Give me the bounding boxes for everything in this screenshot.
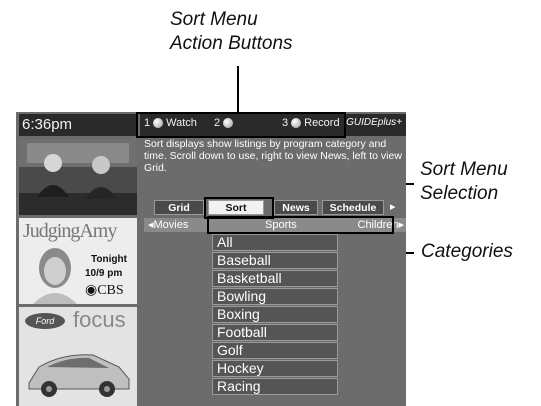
list-item[interactable]: Golf (212, 342, 338, 359)
car-model: focus (73, 307, 126, 332)
show-time-line2: 10/9 pm (85, 268, 123, 279)
callout-line-action (237, 66, 239, 112)
list-item[interactable]: Baseball (212, 252, 338, 269)
news-anchors-image (19, 139, 137, 215)
list-item[interactable]: Hockey (212, 360, 338, 377)
tab-news[interactable]: News (274, 200, 318, 215)
list-item[interactable]: Bowling (212, 288, 338, 305)
car-ad-banner[interactable]: Ford focus (19, 307, 137, 406)
ford-logo: Ford (25, 313, 65, 329)
show-title: JudgingAmy (23, 220, 117, 242)
live-video-thumbnail[interactable] (19, 139, 137, 215)
action-buttons-highlight (136, 112, 346, 138)
category-prev[interactable]: ◂Movies (148, 218, 188, 232)
list-item[interactable]: Racing (212, 378, 338, 395)
callout-action-buttons: Sort Menu Action Buttons (170, 8, 293, 56)
callout-action-buttons-line2: Action Buttons (170, 33, 293, 54)
list-item[interactable]: Basketball (212, 270, 338, 287)
list-item[interactable]: Boxing (212, 306, 338, 323)
show-time-line1: Tonight (91, 254, 127, 265)
guide-screen: 6:36pm 1 Watch 2 3 Record GUIDEplus+ Sor… (16, 112, 406, 406)
menu-tabs: Grid Sort News Schedule ▸ (154, 200, 404, 216)
categories-highlight (207, 216, 394, 234)
callout-sort-selection: Sort Menu Selection (420, 158, 508, 206)
list-item[interactable]: Football (212, 324, 338, 341)
car-image (28, 354, 130, 397)
callout-selection-line1: Sort Menu (420, 159, 508, 180)
clock: 6:36pm (19, 114, 137, 136)
network-logo: ◉CBS (85, 283, 124, 298)
show-ad-banner[interactable]: JudgingAmy Tonight 10/9 pm ◉CBS (19, 218, 137, 304)
guideplus-logo: GUIDEplus+ (346, 117, 402, 128)
sort-description: Sort displays show listings by program c… (144, 138, 402, 174)
list-item[interactable]: All (212, 234, 338, 251)
tab-schedule[interactable]: Schedule (322, 200, 384, 215)
callout-selection-line2: Selection (420, 183, 499, 204)
callout-action-buttons-line1: Sort Menu (170, 9, 258, 30)
actress-photo (33, 248, 77, 304)
tabs-right-arrow-icon[interactable]: ▸ (390, 200, 396, 215)
tab-grid[interactable]: Grid (154, 200, 204, 215)
category-list: All Baseball Basketball Bowling Boxing F… (212, 234, 338, 396)
callout-categories: Categories (421, 241, 513, 262)
